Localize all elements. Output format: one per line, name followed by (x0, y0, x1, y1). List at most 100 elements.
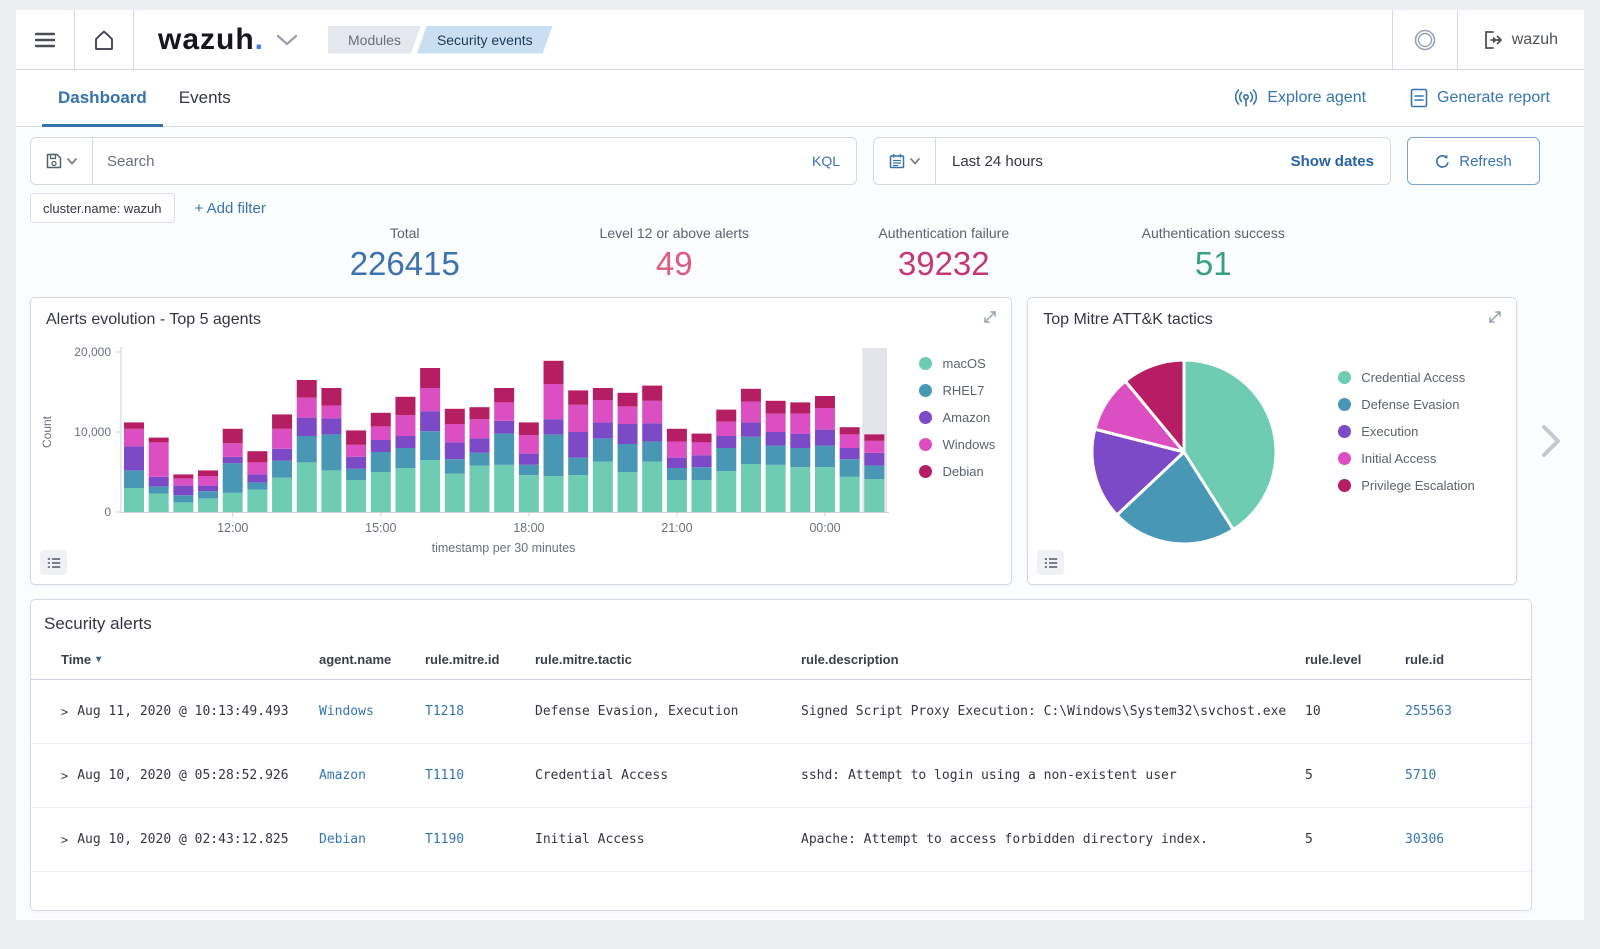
generate-report-button[interactable]: Generate report (1410, 88, 1550, 108)
stat-value: 49 (540, 245, 810, 283)
generate-report-label: Generate report (1437, 89, 1550, 107)
agent-name-link[interactable]: Amazon (319, 768, 425, 783)
query-bar: KQL Last 24 hours (30, 137, 1540, 185)
legend-item[interactable]: RHEL7 (919, 377, 995, 404)
stat-value: 51 (1079, 245, 1349, 283)
column-header-time[interactable]: Time ▾ (61, 652, 319, 667)
legend-color-dot (1338, 452, 1351, 465)
next-panels-button[interactable] (1532, 297, 1570, 585)
list-icon (47, 557, 61, 569)
logo-text: wazuh (158, 23, 255, 56)
legend-color-dot (919, 384, 932, 397)
rule-mitre-id-link[interactable]: T1218 (425, 704, 535, 719)
rule-description-value: sshd: Attempt to login using a non-exist… (801, 768, 1305, 783)
tab-events[interactable]: Events (163, 70, 247, 126)
rule-id-link[interactable]: 30306 (1405, 832, 1515, 847)
legend-label: Amazon (942, 410, 990, 425)
legend-item[interactable]: Execution (1338, 418, 1474, 445)
svg-text:0: 0 (104, 505, 111, 519)
calendar-menu-button[interactable] (874, 138, 936, 184)
breadcrumb-security-events[interactable]: Security events (417, 26, 553, 54)
legend-item[interactable]: Amazon (919, 404, 995, 431)
show-dates-button[interactable]: Show dates (1291, 153, 1390, 170)
agent-name-link[interactable]: Debian (319, 832, 425, 847)
rule-mitre-id-link[interactable]: T1110 (425, 768, 535, 783)
menu-button[interactable] (16, 10, 74, 69)
top-header: wazuh. Modules Security events (16, 10, 1584, 70)
ring-icon (1413, 28, 1437, 52)
logout-user-button[interactable]: wazuh (1458, 10, 1584, 69)
column-header-agent-name[interactable]: agent.name (319, 652, 425, 667)
home-button[interactable] (75, 10, 133, 69)
expand-row-button[interactable]: > (61, 833, 68, 847)
column-header-rule-mitre-id[interactable]: rule.mitre.id (425, 652, 535, 667)
column-label: Time (61, 652, 91, 667)
app-status-button[interactable] (1393, 10, 1457, 69)
legend-item[interactable]: Debian (919, 458, 995, 485)
security-alerts-title: Security alerts (31, 600, 1531, 634)
legend-item[interactable]: macOS (919, 350, 995, 377)
legend-toggle-button[interactable] (1037, 550, 1064, 575)
stat-label: Authentication failure (809, 225, 1079, 241)
svg-text:00:00: 00:00 (809, 521, 840, 535)
mitre-tactics-pie-chart[interactable] (1086, 354, 1282, 550)
filter-pill-cluster-name[interactable]: cluster.name: wazuh (30, 193, 175, 223)
bar-chart-legend: macOS RHEL7 Amazon Windows Debian (919, 350, 995, 485)
column-header-rule-level[interactable]: rule.level (1305, 652, 1405, 667)
stat-total: Total 226415 (270, 225, 540, 291)
stat-label: Level 12 or above alerts (540, 225, 810, 241)
explore-agent-label: Explore agent (1267, 89, 1366, 107)
table-body: >Aug 11, 2020 @ 10:13:49.493WindowsT1218… (31, 680, 1531, 872)
alerts-evolution-panel: Alerts evolution - Top 5 agents 010,0002… (30, 297, 1012, 585)
saved-query-button[interactable] (31, 138, 93, 184)
stat-label: Authentication success (1079, 225, 1349, 241)
refresh-button[interactable]: Refresh (1407, 137, 1540, 185)
legend-label: Debian (942, 464, 983, 479)
legend-label: macOS (942, 356, 985, 371)
legend-label: Initial Access (1361, 451, 1436, 466)
rule-level-value: 10 (1305, 704, 1405, 719)
svg-text:21:00: 21:00 (661, 521, 692, 535)
pie-chart-legend: Credential AccessDefense EvasionExecutio… (1338, 364, 1474, 499)
charts-row: Alerts evolution - Top 5 agents 010,0002… (30, 297, 1570, 585)
add-filter-button[interactable]: + Add filter (195, 200, 266, 217)
legend-item[interactable]: Initial Access (1338, 445, 1474, 472)
svg-text:Count: Count (40, 415, 54, 448)
expand-row-button[interactable]: > (61, 769, 68, 783)
breadcrumb-modules[interactable]: Modules (328, 26, 421, 54)
column-header-rule-mitre-tactic[interactable]: rule.mitre.tactic (535, 652, 801, 667)
alerts-evolution-bar-chart[interactable]: 010,00020,000Count12:0015:0018:0021:0000… (37, 342, 917, 558)
sort-desc-icon: ▾ (96, 654, 101, 665)
wazuh-logo[interactable]: wazuh. (134, 10, 298, 69)
dashboard-content: KQL Last 24 hours (16, 127, 1584, 919)
column-header-rule-description[interactable]: rule.description (801, 652, 1305, 667)
svg-text:18:00: 18:00 (513, 521, 544, 535)
tab-dashboard[interactable]: Dashboard (42, 70, 163, 126)
stat-label: Total (270, 225, 540, 241)
explore-agent-button[interactable]: Explore agent (1234, 88, 1366, 108)
rule-id-link[interactable]: 255563 (1405, 704, 1515, 719)
agent-name-link[interactable]: Windows (319, 704, 425, 719)
column-header-rule-id[interactable]: rule.id (1405, 652, 1515, 667)
rule-id-link[interactable]: 5710 (1405, 768, 1515, 783)
search-input[interactable] (93, 153, 812, 170)
legend-item[interactable]: Credential Access (1338, 364, 1474, 391)
rule-mitre-id-link[interactable]: T1190 (425, 832, 535, 847)
chevron-down-icon (276, 34, 298, 46)
legend-item[interactable]: Privilege Escalation (1338, 472, 1474, 499)
rule-mitre-tactic-value: Defense Evasion, Execution (535, 704, 801, 719)
time-value: Aug 10, 2020 @ 05:28:52.926 (77, 768, 288, 783)
save-icon (46, 153, 62, 169)
legend-toggle-button[interactable] (40, 550, 67, 575)
legend-color-dot (919, 357, 932, 370)
expand-panel-button[interactable] (982, 309, 998, 325)
expand-panel-button[interactable] (1487, 309, 1503, 325)
time-range-value[interactable]: Last 24 hours (936, 153, 1291, 170)
kql-toggle[interactable]: KQL (812, 153, 856, 169)
legend-item[interactable]: Windows (919, 431, 995, 458)
panel-title: Top Mitre ATT&K tactics (1028, 298, 1516, 329)
legend-item[interactable]: Defense Evasion (1338, 391, 1474, 418)
app-switcher-button[interactable] (276, 34, 298, 46)
expand-row-button[interactable]: > (61, 705, 68, 719)
legend-color-dot (919, 438, 932, 451)
